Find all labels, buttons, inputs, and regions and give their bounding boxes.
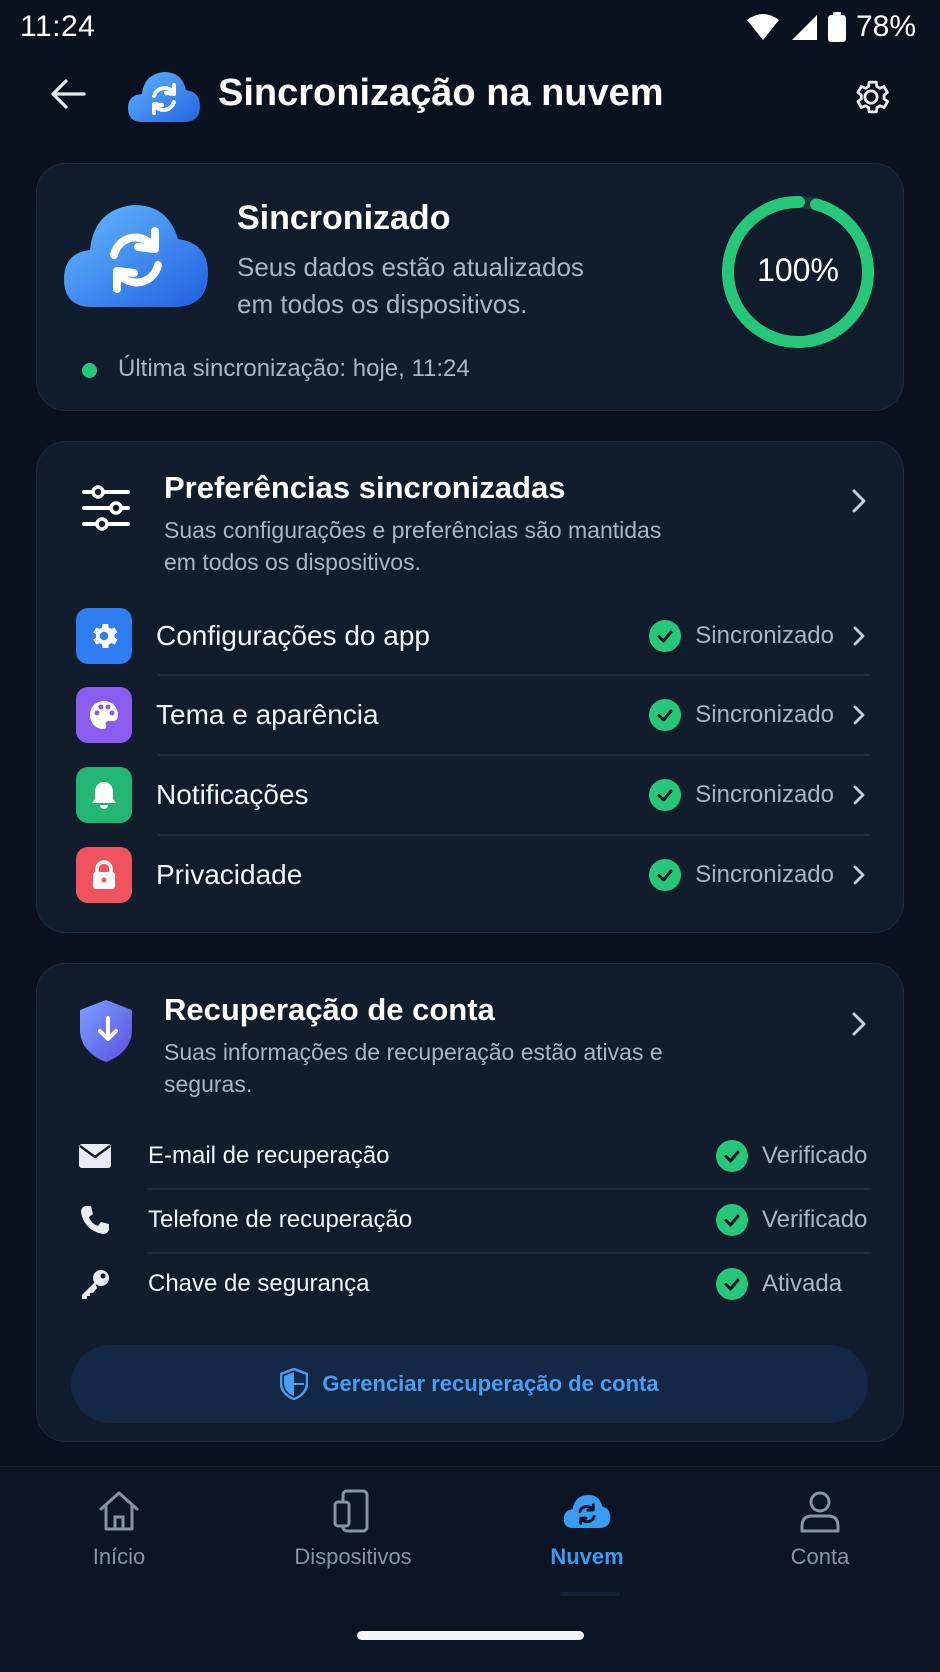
nav-label: Dispositivos [294, 1544, 412, 1569]
status-text: Sincronizado [695, 861, 834, 888]
recovery-chevron-button[interactable] [843, 1009, 873, 1039]
palette-icon [76, 687, 132, 743]
status-badge: Verificado [716, 1140, 868, 1172]
pref-item-label: Notificações [156, 779, 309, 810]
status-icons: 78% [746, 10, 916, 44]
status-text: Sincronizado [695, 781, 834, 808]
battery-icon [827, 12, 846, 42]
chevron-right-icon [848, 784, 870, 806]
chevron-right-icon [848, 625, 870, 647]
divider [158, 754, 870, 756]
chevron-right-icon [848, 864, 870, 886]
cloud-sync-icon [62, 195, 210, 311]
recovery-item-email: E-mail de recuperação Verificado [76, 1137, 868, 1175]
check-icon [716, 1140, 748, 1172]
check-icon [716, 1268, 748, 1300]
status-badge: Sincronizado [649, 620, 834, 652]
lock-icon [76, 847, 132, 903]
recovery-item-label: Chave de segurança [148, 1270, 370, 1297]
check-icon [649, 699, 682, 731]
sliders-icon [78, 480, 134, 536]
shield-icon [78, 998, 134, 1064]
status-text: Ativada [762, 1270, 843, 1297]
sync-progress-label: 100% [757, 252, 839, 288]
recovery-item-label: E-mail de recuperação [148, 1142, 390, 1169]
battery-percent: 78% [855, 10, 916, 43]
prefs-title: Preferências sincronizadas [164, 470, 566, 505]
devices-icon [328, 1486, 378, 1536]
status-badge: Ativada [716, 1268, 868, 1300]
nav-item-home[interactable]: Início [29, 1486, 209, 1570]
manage-recovery-button[interactable]: Gerenciar recuperação de conta [71, 1345, 868, 1423]
settings-button[interactable] [848, 74, 894, 120]
recovery-item-security-key: Chave de segurança Ativada [76, 1265, 868, 1303]
sync-status-description: Seus dados estão atualizados em todos os… [237, 252, 584, 319]
chevron-right-icon [852, 489, 866, 513]
status-dot [82, 363, 97, 378]
status-badge: Sincronizado [649, 699, 834, 731]
pref-item-notifications[interactable]: Notificações Sincronizado [76, 767, 870, 823]
recovery-item-phone: Telefone de recuperação Verificado [76, 1201, 868, 1239]
nav-label: Conta [790, 1544, 850, 1569]
status-text: Sincronizado [695, 701, 834, 728]
cloud-sync-icon [126, 66, 202, 126]
shield-icon [280, 1368, 309, 1400]
status-badge: Sincronizado [649, 859, 834, 891]
recovery-title: Recuperação de conta [164, 992, 495, 1027]
chevron-right-icon [848, 704, 870, 726]
pref-item-theme[interactable]: Tema e aparência Sincronizado [76, 687, 870, 743]
manage-recovery-label: Gerenciar recuperação de conta [322, 1371, 659, 1396]
back-button[interactable] [46, 72, 90, 116]
pref-item-label: Tema e aparência [156, 699, 379, 730]
check-icon [649, 779, 682, 811]
pref-item-label: Privacidade [156, 859, 303, 890]
signal-icon [791, 15, 817, 40]
sync-status-title: Sincronizado [237, 199, 451, 237]
chevron-right-icon [852, 1012, 866, 1036]
status-badge: Sincronizado [649, 779, 834, 811]
recovery-description: Suas informações de recuperação estão at… [164, 1039, 663, 1097]
prefs-chevron-button[interactable] [843, 486, 873, 516]
last-sync-text: Última sincronização: hoje, 11:24 [118, 355, 470, 382]
home-indicator[interactable] [357, 1631, 584, 1640]
divider [158, 674, 870, 676]
page-title: Sincronização na nuvem [218, 72, 664, 114]
bell-icon [76, 767, 132, 823]
pref-item-app-settings[interactable]: Configurações do app Sincronizado [76, 608, 870, 664]
home-icon [94, 1486, 144, 1536]
recovery-item-label: Telefone de recuperação [148, 1206, 413, 1233]
nav-item-account[interactable]: Conta [730, 1486, 910, 1570]
status-text: Sincronizado [695, 622, 834, 649]
prefs-description: Suas configurações e preferências são ma… [164, 517, 662, 575]
gear-icon [856, 80, 890, 114]
status-text: Verificado [762, 1206, 868, 1233]
person-icon [795, 1486, 845, 1536]
key-icon [76, 1265, 114, 1303]
cloud-sync-icon [562, 1486, 612, 1536]
gear-icon [76, 608, 132, 664]
pref-item-label: Configurações do app [156, 620, 430, 651]
status-time: 11:24 [20, 10, 96, 43]
phone-icon [76, 1201, 114, 1239]
check-icon [716, 1204, 748, 1236]
envelope-icon [76, 1137, 114, 1175]
nav-item-cloud[interactable]: Nuvem [497, 1486, 677, 1570]
check-icon [649, 620, 682, 652]
active-tab-indicator [560, 1592, 620, 1596]
status-text: Verificado [762, 1142, 868, 1169]
pref-item-privacy[interactable]: Privacidade Sincronizado [76, 847, 870, 903]
nav-label: Nuvem [550, 1544, 624, 1569]
status-badge: Verificado [716, 1204, 868, 1236]
divider [147, 1252, 871, 1254]
wifi-icon [746, 14, 779, 40]
nav-item-devices[interactable]: Dispositivos [263, 1486, 443, 1570]
check-icon [649, 859, 682, 891]
nav-label: Início [92, 1544, 146, 1569]
divider [158, 834, 870, 836]
divider [147, 1188, 871, 1190]
arrow-left-icon [51, 79, 86, 109]
